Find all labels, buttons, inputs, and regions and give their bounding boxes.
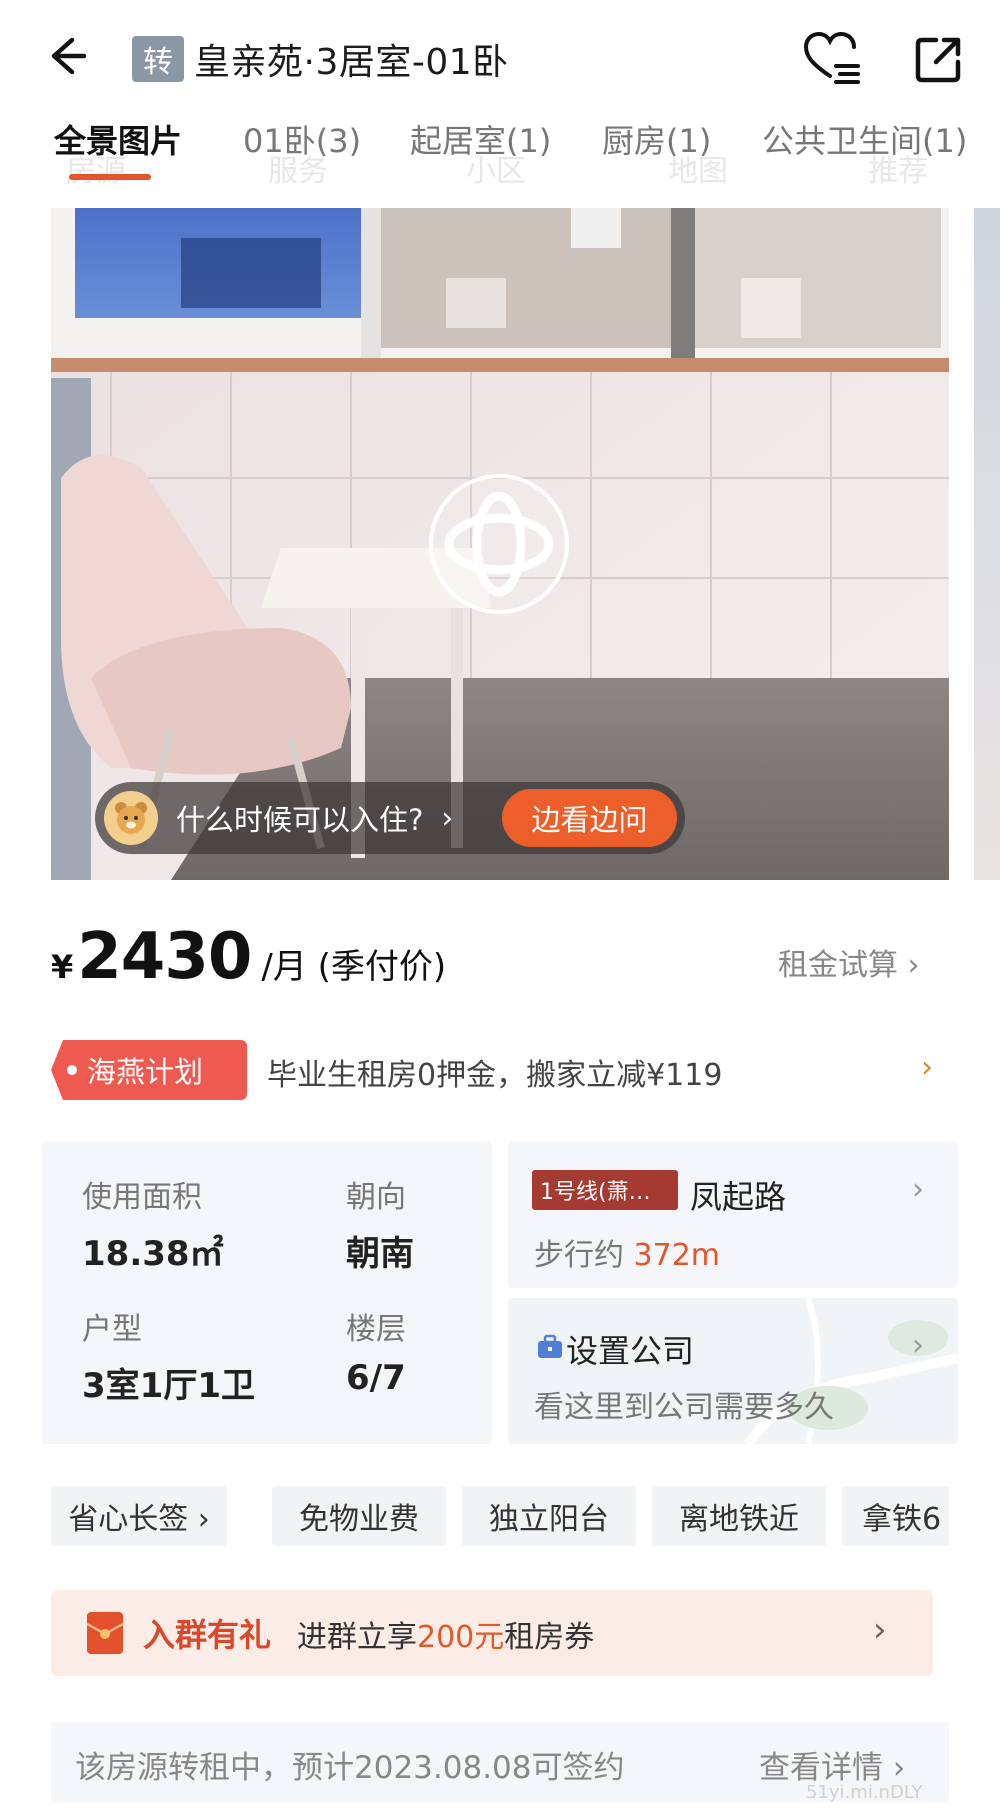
title-group: 转 皇亲苑·3居室-01卧 — [132, 34, 509, 84]
metro-card[interactable]: 1号线(萧… 凤起路 步行约 372m › — [508, 1142, 958, 1288]
sublet-badge: 转 — [132, 36, 184, 82]
orientation-label: 朝向 — [346, 1180, 406, 1215]
group-text-prefix: 进群立享 — [297, 1620, 417, 1655]
tab-panorama[interactable]: 全景图片 — [54, 116, 182, 162]
sublet-notice-text: 该房源转租中，预计2023.08.08可签约 — [75, 1750, 625, 1786]
red-envelope-icon — [86, 1612, 124, 1654]
chevron-right-icon: › — [441, 800, 454, 836]
tab-bathroom[interactable]: 公共卫生间(1) — [762, 116, 967, 162]
feature-tags: 省心长签 › 免物业费 独立阳台 离地铁近 拿铁6 — [51, 1486, 949, 1548]
next-photo-peek[interactable] — [974, 208, 1000, 880]
layout-label: 户型 — [82, 1312, 142, 1347]
active-tab-indicator — [69, 174, 151, 180]
top-bar: 转 皇亲苑·3居室-01卧 — [0, 0, 1000, 120]
vr-360-icon[interactable] — [427, 472, 571, 616]
rent-price: 2430 — [77, 920, 252, 994]
tag-hole-dot — [67, 1065, 77, 1075]
back-arrow-icon[interactable] — [44, 30, 96, 82]
tab-kitchen[interactable]: 厨房(1) — [602, 116, 711, 162]
chevron-right-icon: › — [921, 1050, 933, 1085]
ask-question-text: 什么时候可以入住? — [176, 803, 424, 837]
chevron-right-icon: › — [912, 1172, 924, 1207]
metro-line-badge: 1号线(萧… — [532, 1170, 678, 1210]
rent-calculator-link[interactable]: 租金试算 › — [778, 940, 920, 984]
haiyan-plan-tag: 海燕计划 — [51, 1040, 247, 1100]
join-group-banner[interactable]: 入群有礼 进群立享200元租房券 › — [51, 1590, 933, 1676]
promo-tag-label: 海燕计划 — [87, 1055, 204, 1089]
group-text-suffix: 租房券 — [504, 1620, 595, 1655]
watermark: 51yi.mi.nDLY — [806, 1782, 923, 1803]
currency-symbol: ¥ — [51, 948, 74, 986]
coupon-amount: 200元 — [417, 1620, 505, 1655]
house-info-panel: 使用面积 18.38㎡ 朝向 朝南 户型 3室1厅1卫 楼层 6/7 — [42, 1142, 492, 1444]
layout-value: 3室1厅1卫 — [82, 1366, 255, 1406]
area-value: 18.38㎡ — [82, 1234, 224, 1274]
heart-list-icon[interactable] — [800, 28, 864, 88]
group-banner-title: 入群有礼 — [143, 1616, 272, 1654]
walk-distance: 372m — [633, 1238, 721, 1273]
ask-question-bar[interactable]: 什么时候可以入住? › 边看边问 — [95, 782, 685, 854]
price-row: ¥ 2430 /月 (季付价) — [51, 920, 446, 1000]
walk-distance-row: 步行约 372m — [534, 1230, 720, 1274]
chevron-right-icon: › — [873, 1610, 887, 1650]
bear-avatar-icon — [104, 791, 158, 845]
page-title: 皇亲苑·3居室-01卧 — [194, 42, 509, 83]
group-banner-text: 进群立享200元租房券 — [297, 1612, 594, 1656]
briefcase-icon — [538, 1334, 562, 1358]
gallery-tabs: 房源 服务 小区 地图 推荐 全景图片 01卧(3) 起居室(1) 厨房(1) … — [0, 110, 1000, 190]
ask-while-viewing-button[interactable]: 边看边问 — [502, 789, 677, 847]
tag-near-metro: 离地铁近 — [652, 1486, 826, 1546]
set-company-card[interactable]: 设置公司 看这里到公司需要多久 › — [508, 1298, 958, 1444]
floor-value: 6/7 — [346, 1358, 406, 1398]
tab-living-room[interactable]: 起居室(1) — [410, 116, 551, 162]
tag-long-lease[interactable]: 省心长签 › — [51, 1486, 227, 1546]
tag-metro-6: 拿铁6 — [842, 1486, 949, 1546]
promo-text: 毕业生租房0押金，搬家立减¥119 — [267, 1058, 723, 1093]
share-icon[interactable] — [908, 30, 968, 90]
tag-no-property-fee: 免物业费 — [272, 1486, 446, 1546]
area-label: 使用面积 — [82, 1180, 202, 1215]
floor-label: 楼层 — [346, 1312, 406, 1347]
chevron-right-icon: › — [912, 1328, 924, 1363]
promo-row[interactable]: 海燕计划 毕业生租房0押金，搬家立减¥119 › — [51, 1040, 951, 1100]
tab-bedroom-01[interactable]: 01卧(3) — [243, 116, 361, 162]
metro-station-name: 凤起路 — [690, 1178, 787, 1216]
panorama-photo[interactable]: 什么时候可以入住? › 边看边问 — [51, 208, 949, 880]
tag-private-balcony: 独立阳台 — [462, 1486, 636, 1546]
orientation-value: 朝南 — [346, 1234, 414, 1274]
view-details-link[interactable]: 查看详情 › — [759, 1742, 905, 1787]
rent-unit: /月 (季付价) — [261, 947, 447, 987]
set-company-title: 设置公司 — [566, 1332, 695, 1370]
set-company-subtitle: 看这里到公司需要多久 — [534, 1390, 834, 1425]
walk-label: 步行约 — [534, 1238, 634, 1273]
